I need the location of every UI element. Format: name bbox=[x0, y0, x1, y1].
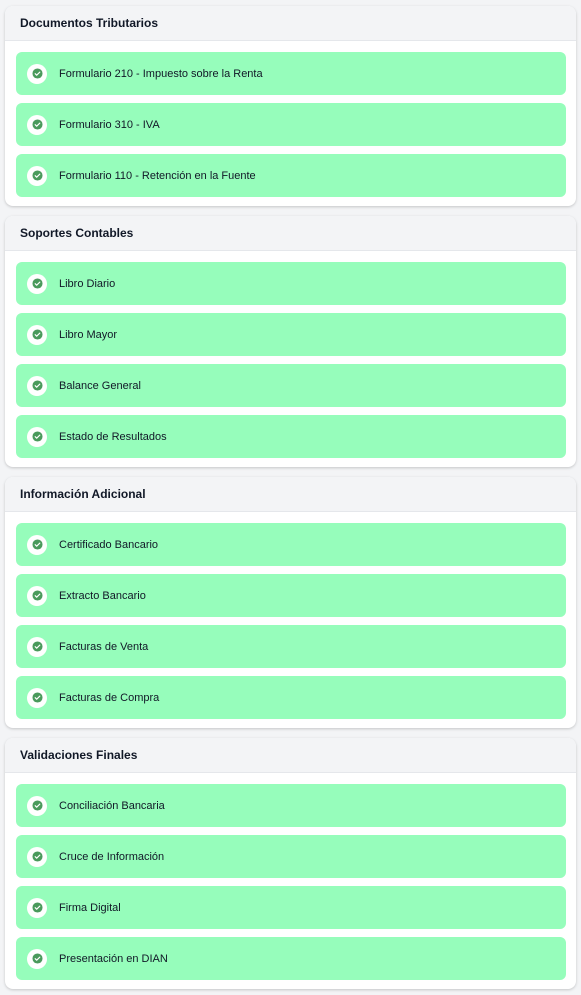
checklist-item[interactable]: Certificado Bancario bbox=[16, 523, 566, 566]
check-circle-icon bbox=[27, 897, 47, 918]
section-title: Información Adicional bbox=[5, 477, 576, 512]
item-label: Firma Digital bbox=[59, 901, 121, 914]
section-items: Certificado Bancario Extracto Bancario F… bbox=[5, 512, 576, 728]
check-circle-icon bbox=[27, 273, 47, 294]
section-title: Soportes Contables bbox=[5, 216, 576, 251]
section-items: Libro Diario Libro Mayor Balance General… bbox=[5, 251, 576, 467]
check-circle-icon bbox=[27, 165, 47, 186]
section-items: Conciliación Bancaria Cruce de Informaci… bbox=[5, 773, 576, 989]
item-label: Presentación en DIAN bbox=[59, 952, 168, 965]
checklist-item[interactable]: Facturas de Venta bbox=[16, 625, 566, 668]
checklist-item[interactable]: Formulario 210 - Impuesto sobre la Renta bbox=[16, 52, 566, 95]
checklist-item[interactable]: Formulario 310 - IVA bbox=[16, 103, 566, 146]
item-label: Libro Diario bbox=[59, 277, 116, 290]
checklist-item[interactable]: Conciliación Bancaria bbox=[16, 784, 566, 827]
check-circle-icon bbox=[27, 948, 47, 969]
check-circle-icon bbox=[27, 846, 47, 867]
check-circle-icon bbox=[27, 795, 47, 816]
item-label: Facturas de Venta bbox=[59, 640, 149, 653]
item-label: Formulario 310 - IVA bbox=[59, 118, 160, 131]
item-label: Facturas de Compra bbox=[59, 691, 160, 704]
check-circle-icon bbox=[27, 687, 47, 708]
checklist-item[interactable]: Cruce de Información bbox=[16, 835, 566, 878]
checklist: Documentos Tributarios Formulario 210 - … bbox=[0, 0, 576, 989]
section-card: Documentos Tributarios Formulario 210 - … bbox=[5, 6, 576, 206]
item-label: Balance General bbox=[59, 379, 141, 392]
checklist-item[interactable]: Formulario 110 - Retención en la Fuente bbox=[16, 154, 566, 197]
item-label: Extracto Bancario bbox=[59, 589, 146, 602]
check-circle-icon bbox=[27, 585, 47, 606]
section-card: Soportes Contables Libro Diario Libro Ma… bbox=[5, 216, 576, 467]
section-title: Validaciones Finales bbox=[5, 738, 576, 773]
check-circle-icon bbox=[27, 324, 47, 345]
section-title: Documentos Tributarios bbox=[5, 6, 576, 41]
item-label: Formulario 110 - Retención en la Fuente bbox=[59, 169, 256, 182]
item-label: Formulario 210 - Impuesto sobre la Renta bbox=[59, 67, 263, 80]
check-circle-icon bbox=[27, 63, 47, 84]
checklist-item[interactable]: Firma Digital bbox=[16, 886, 566, 929]
item-label: Certificado Bancario bbox=[59, 538, 159, 551]
item-label: Libro Mayor bbox=[59, 328, 118, 341]
checklist-item[interactable]: Libro Mayor bbox=[16, 313, 566, 356]
item-label: Estado de Resultados bbox=[59, 430, 167, 443]
section-card: Información Adicional Certificado Bancar… bbox=[5, 477, 576, 728]
checklist-item[interactable]: Presentación en DIAN bbox=[16, 937, 566, 980]
check-circle-icon bbox=[27, 636, 47, 657]
section-items: Formulario 210 - Impuesto sobre la Renta… bbox=[5, 41, 576, 206]
checklist-item[interactable]: Balance General bbox=[16, 364, 566, 407]
section-card: Validaciones Finales Conciliación Bancar… bbox=[5, 738, 576, 989]
checklist-item[interactable]: Libro Diario bbox=[16, 262, 566, 305]
check-circle-icon bbox=[27, 426, 47, 447]
item-label: Cruce de Información bbox=[59, 850, 165, 863]
checklist-item[interactable]: Extracto Bancario bbox=[16, 574, 566, 617]
check-circle-icon bbox=[27, 534, 47, 555]
item-label: Conciliación Bancaria bbox=[59, 799, 165, 812]
check-circle-icon bbox=[27, 375, 47, 396]
check-circle-icon bbox=[27, 114, 47, 135]
checklist-item[interactable]: Estado de Resultados bbox=[16, 415, 566, 458]
checklist-item[interactable]: Facturas de Compra bbox=[16, 676, 566, 719]
